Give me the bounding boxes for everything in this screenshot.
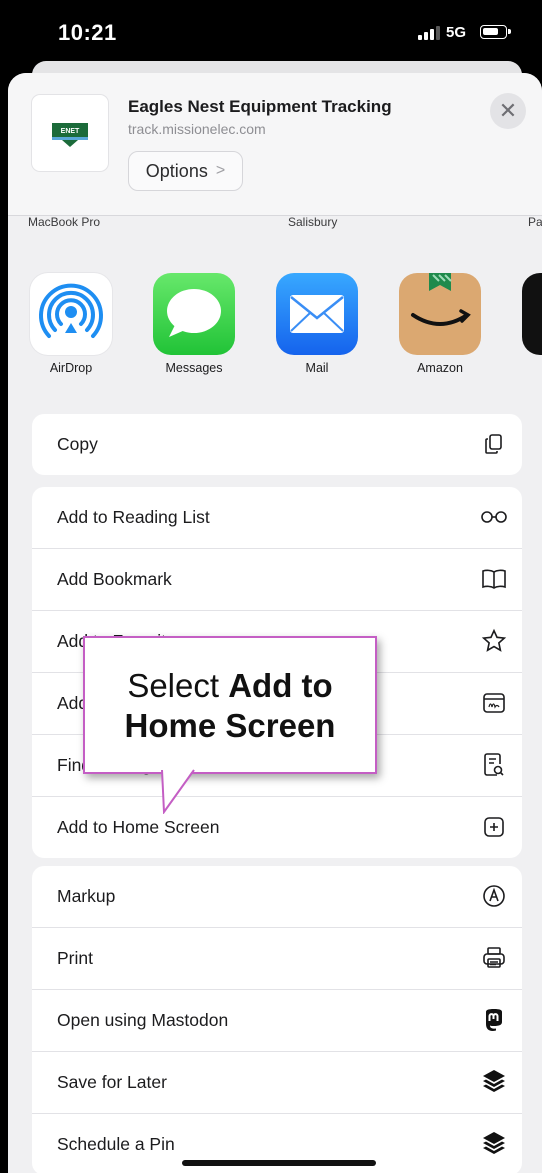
- share-app-amazon[interactable]: Amazon: [399, 273, 481, 375]
- share-sheet: ENET Eagles Nest Equipment Tracking trac…: [8, 73, 542, 1173]
- mastodon-icon: [480, 1006, 508, 1034]
- options-label: Options: [145, 160, 208, 181]
- callout-text-plain: Select: [127, 667, 229, 704]
- actions-group-copy: Copy: [32, 414, 522, 475]
- add-square-icon: [480, 813, 508, 841]
- app-label: AirDrop: [49, 361, 93, 375]
- app-label: Mail: [305, 361, 329, 375]
- action-label: Save for Later: [57, 1072, 167, 1092]
- home-indicator[interactable]: [182, 1160, 376, 1166]
- callout-text-bold-2: Home Screen: [124, 707, 336, 744]
- action-add-bookmark[interactable]: Add Bookmark: [32, 549, 522, 611]
- find-on-page-icon: [480, 751, 508, 779]
- close-button[interactable]: ✕: [490, 93, 526, 129]
- amazon-icon: [399, 273, 481, 355]
- share-app-more[interactable]: [522, 273, 542, 355]
- action-label: Markup: [57, 886, 116, 906]
- airdrop-person-label[interactable]: Salisbury: [288, 215, 337, 229]
- airdrop-person-label[interactable]: MacBook Pro: [28, 215, 100, 229]
- layers-icon: [480, 1130, 508, 1158]
- action-markup[interactable]: Markup: [32, 866, 522, 928]
- action-label: Add to Reading List: [57, 507, 210, 527]
- callout-text-bold-1: Add to: [228, 667, 333, 704]
- site-logo-icon: ENET: [52, 123, 88, 147]
- battery-icon: [480, 25, 511, 39]
- layers-icon: [480, 1068, 508, 1096]
- site-thumbnail: ENET: [32, 95, 108, 171]
- copy-icon: [480, 430, 508, 458]
- options-button[interactable]: Options >: [128, 151, 243, 191]
- network-type: 5G: [446, 24, 467, 41]
- share-apps-row: AirDrop Messages Mail Amazon: [8, 273, 542, 383]
- action-open-using-mastodon[interactable]: Open using Mastodon: [32, 990, 522, 1052]
- action-add-to-home-screen[interactable]: Add to Home Screen: [32, 797, 522, 858]
- app-icon: [522, 273, 542, 355]
- action-label: Add to Home Screen: [57, 817, 220, 837]
- action-label: Open using Mastodon: [57, 1010, 229, 1030]
- callout-tail: [161, 768, 195, 814]
- app-label: Amazon: [417, 361, 463, 375]
- printer-icon: [480, 944, 508, 972]
- glasses-icon: [480, 503, 508, 531]
- actions-group-tools: Markup Print Open using Mastodon Save fo…: [32, 866, 522, 1173]
- mail-icon: [276, 273, 358, 355]
- instruction-callout: Select Add to Home Screen: [83, 636, 377, 774]
- status-time: 10:21: [58, 20, 117, 45]
- markup-icon: [480, 882, 508, 910]
- action-label: Print: [57, 948, 93, 968]
- book-icon: [480, 565, 508, 593]
- action-copy[interactable]: Copy: [32, 414, 522, 475]
- star-icon: [480, 627, 508, 655]
- site-title: Eagles Nest Equipment Tracking: [128, 97, 392, 116]
- signal-icon: [418, 26, 440, 40]
- share-header: ENET Eagles Nest Equipment Tracking trac…: [8, 73, 542, 216]
- share-app-messages[interactable]: Messages: [153, 273, 235, 375]
- share-app-mail[interactable]: Mail: [276, 273, 358, 375]
- action-save-for-later[interactable]: Save for Later: [32, 1052, 522, 1114]
- airdrop-people-row: MacBook Pro Salisbury Pa: [8, 215, 542, 239]
- quick-note-icon: [480, 689, 508, 717]
- action-label: Schedule a Pin: [57, 1134, 175, 1154]
- airdrop-icon: [30, 273, 112, 355]
- chevron-right-icon: >: [215, 162, 226, 179]
- site-url: track.missionelec.com: [128, 121, 266, 137]
- share-app-airdrop[interactable]: AirDrop: [30, 273, 112, 375]
- callout-text: Select Add to Home Screen: [85, 666, 375, 746]
- action-print[interactable]: Print: [32, 928, 522, 990]
- airdrop-person-label[interactable]: Pa: [528, 215, 542, 229]
- close-icon: ✕: [498, 98, 518, 123]
- svg-text:ENET: ENET: [61, 128, 80, 135]
- messages-icon: [153, 273, 235, 355]
- battery-level: [483, 28, 498, 35]
- app-label: Messages: [165, 361, 223, 375]
- action-label: Copy: [57, 434, 98, 454]
- action-label: Add Bookmark: [57, 569, 172, 589]
- action-add-to-reading-list[interactable]: Add to Reading List: [32, 487, 522, 549]
